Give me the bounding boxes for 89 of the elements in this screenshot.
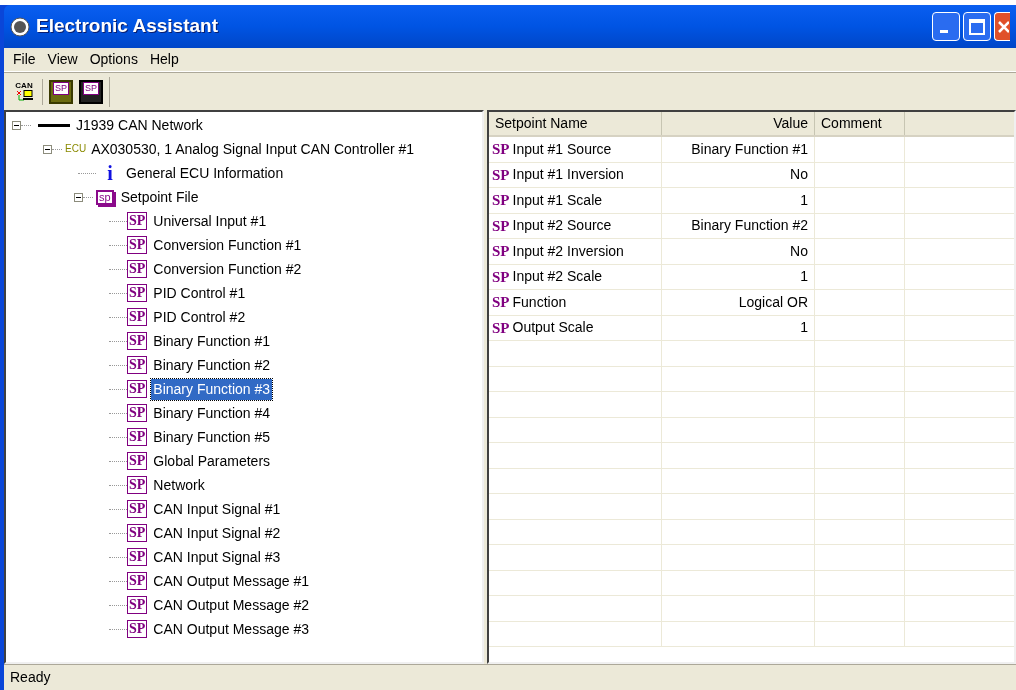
setpoint-icon: SP xyxy=(492,240,510,263)
tree-item[interactable]: CAN Input Signal #2 xyxy=(151,522,283,544)
collapse-icon[interactable] xyxy=(12,120,21,130)
table-cell-text: Input #1 Scale xyxy=(512,190,603,210)
setpoint-icon: SP xyxy=(127,212,148,230)
table-cell-text: Input #2 Source xyxy=(512,216,612,236)
setpoint-icon: SP xyxy=(127,236,148,254)
setpoint-icon: SP xyxy=(127,548,148,566)
setpoint-icon: SP xyxy=(127,596,148,614)
menu-item[interactable]: File xyxy=(7,49,42,70)
tree-item[interactable]: Global Parameters xyxy=(151,450,273,472)
menu-item[interactable]: View xyxy=(41,49,84,70)
open-setpoint-button[interactable]: SP xyxy=(49,79,73,104)
tree-item[interactable]: General ECU Information xyxy=(124,162,286,184)
setpoint-icon: SP xyxy=(492,265,510,288)
tree-item[interactable]: J1939 CAN Network xyxy=(74,114,205,136)
file-icon: sp xyxy=(96,189,114,205)
tree-item[interactable]: Network xyxy=(151,474,207,496)
status-text: Ready xyxy=(10,668,51,687)
table-cell-text: Input #2 Scale xyxy=(512,267,603,287)
setpoint-icon: SP xyxy=(127,452,148,470)
maximize-button[interactable] xyxy=(963,12,991,41)
tree-item[interactable]: Binary Function #5 xyxy=(151,426,273,448)
column-header[interactable]: Value xyxy=(662,112,815,135)
column-header[interactable]: Comment xyxy=(815,112,905,135)
tree-item[interactable]: CAN Input Signal #1 xyxy=(151,498,283,520)
save-setpoint-button[interactable]: SP xyxy=(79,79,103,104)
table-cell-text: No xyxy=(790,241,808,261)
ecu-icon: ECU xyxy=(65,144,87,154)
setpoint-icon: SP xyxy=(492,316,510,339)
table-cell-text: Binary Function #2 xyxy=(691,216,808,236)
tree-item[interactable]: Setpoint File xyxy=(118,186,201,208)
table-cell-text: Input #2 Inversion xyxy=(512,241,624,261)
setpoint-icon: SP xyxy=(127,284,148,302)
setpoint-icon: SP xyxy=(127,308,148,326)
setpoint-icon: SP xyxy=(127,500,148,518)
collapse-icon[interactable] xyxy=(43,144,52,154)
app-icon xyxy=(10,16,30,37)
setpoint-icon: SP xyxy=(492,214,510,237)
tree-item[interactable]: Binary Function #1 xyxy=(151,330,273,352)
tree-item[interactable]: CAN Output Message #2 xyxy=(151,594,311,616)
menu-item[interactable]: Help xyxy=(143,49,185,70)
setpoint-icon: SP xyxy=(127,572,148,590)
setpoint-icon: SP xyxy=(127,332,148,350)
tree-item[interactable]: AX030530, 1 Analog Signal Input CAN Controller #1 xyxy=(89,138,417,160)
tree-item[interactable]: CAN Output Message #1 xyxy=(151,570,311,592)
setpoint-icon: SP xyxy=(127,404,148,422)
close-button[interactable] xyxy=(994,12,1010,41)
table-cell-text: Output Scale xyxy=(512,318,594,338)
collapse-icon[interactable] xyxy=(74,192,83,202)
setpoint-icon: SP xyxy=(492,163,510,186)
table-cell-text: 1 xyxy=(800,190,808,210)
minimize-button[interactable] xyxy=(932,12,960,41)
table-cell-text: 1 xyxy=(800,318,808,338)
tree-item[interactable]: CAN Input Signal #3 xyxy=(151,546,283,568)
tree-item[interactable]: Binary Function #3 xyxy=(151,378,273,400)
setpoint-icon: SP xyxy=(127,260,148,278)
info-icon: i xyxy=(96,163,124,183)
tree-item[interactable]: Conversion Function #1 xyxy=(151,234,304,256)
window-title: Electronic Assistant xyxy=(36,14,218,39)
setpoint-icon: SP xyxy=(492,189,510,212)
setpoint-icon: SP xyxy=(127,524,148,542)
table-cell-text: Logical OR xyxy=(738,292,808,312)
setpoint-icon: SP xyxy=(127,356,148,374)
network-connect-button[interactable]: CAN xyxy=(12,78,36,105)
setpoint-icon: SP xyxy=(127,620,148,638)
tree-item[interactable]: Universal Input #1 xyxy=(151,210,269,232)
table-cell-text: No xyxy=(790,165,808,185)
tree-item[interactable]: PID Control #2 xyxy=(151,306,248,328)
table-cell-text: Function xyxy=(512,292,567,312)
setpoint-icon: SP xyxy=(492,138,510,161)
table-cell-text: Input #1 Source xyxy=(512,139,612,159)
close-icon xyxy=(996,18,1009,35)
setpoint-icon: SP xyxy=(127,428,148,446)
table-cell-text: Input #1 Inversion xyxy=(512,165,624,185)
tree-item[interactable]: CAN Output Message #3 xyxy=(151,618,311,640)
tree-item[interactable]: Binary Function #2 xyxy=(151,354,273,376)
column-header[interactable]: Setpoint Name xyxy=(489,112,662,135)
computer-icon xyxy=(15,90,33,101)
table-cell-text: Binary Function #1 xyxy=(691,139,808,159)
setpoint-icon: SP xyxy=(127,380,148,398)
tree-item[interactable]: Binary Function #4 xyxy=(151,402,273,424)
line-icon xyxy=(38,123,70,127)
tree-item[interactable]: PID Control #1 xyxy=(151,282,248,304)
tree-item[interactable]: Conversion Function #2 xyxy=(151,258,304,280)
menu-item[interactable]: Options xyxy=(83,49,144,70)
setpoint-icon: SP xyxy=(127,476,148,494)
table-cell-text: 1 xyxy=(800,267,808,287)
setpoint-icon: SP xyxy=(492,291,510,314)
